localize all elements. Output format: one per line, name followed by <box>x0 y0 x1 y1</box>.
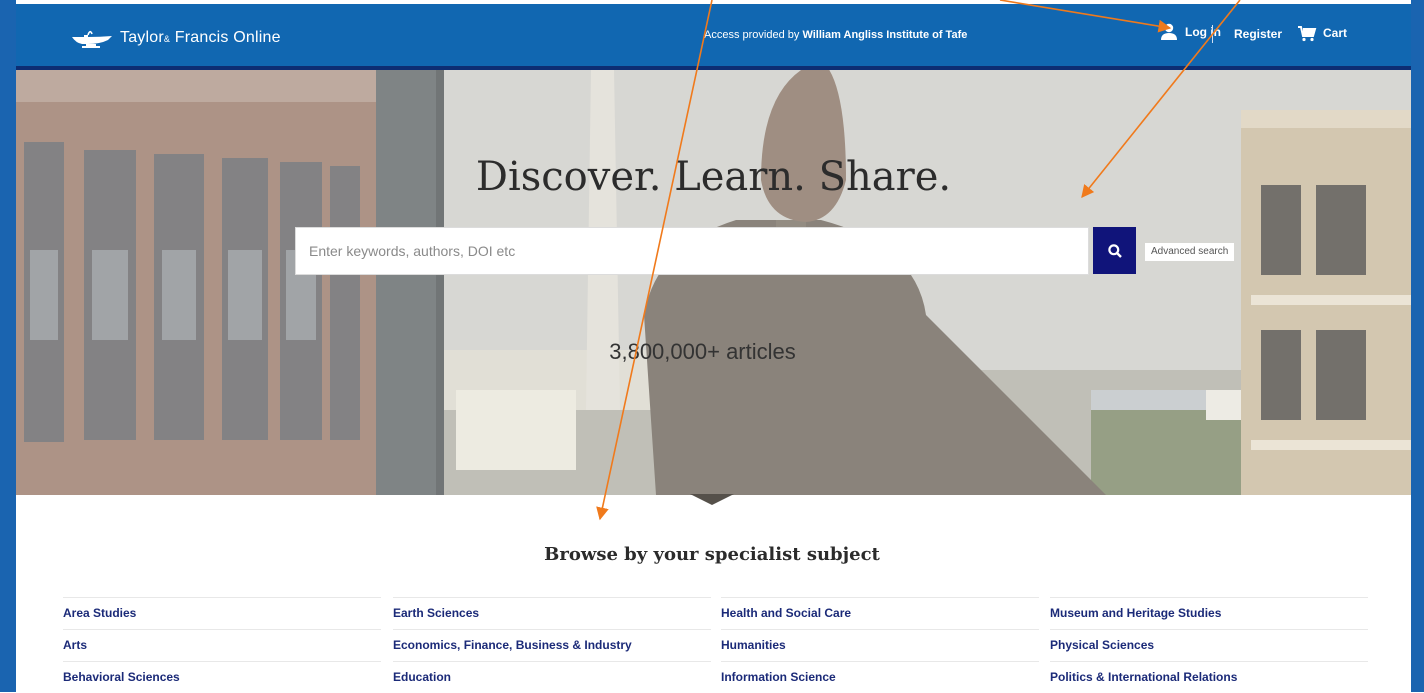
subject-link-economics-finance[interactable]: Economics, Finance, Business & Industry <box>393 629 711 661</box>
search-input[interactable] <box>296 228 1088 274</box>
cart-icon <box>1298 26 1317 42</box>
subject-link-area-studies[interactable]: Area Studies <box>63 597 381 629</box>
subject-link-health-social-care[interactable]: Health and Social Care <box>721 597 1039 629</box>
access-provided-by: Access provided by William Angliss Insti… <box>704 29 967 41</box>
subject-column-4: Museum and Heritage Studies Physical Sci… <box>1050 597 1368 693</box>
subject-link-arts[interactable]: Arts <box>63 629 381 661</box>
site-header: Taylor& Francis Online Access provided b… <box>16 4 1411 66</box>
search-field-wrapper <box>295 227 1089 275</box>
lamp-logo-icon <box>72 30 112 48</box>
subject-link-information-science[interactable]: Information Science <box>721 661 1039 693</box>
subject-column-1: Area Studies Arts Behavioral Sciences <box>63 597 381 693</box>
search-button[interactable] <box>1093 227 1136 274</box>
site-logo-link[interactable]: Taylor& Francis Online <box>70 26 281 50</box>
user-icon <box>1161 23 1177 40</box>
subject-link-humanities[interactable]: Humanities <box>721 629 1039 661</box>
access-prefix: Access provided by <box>704 29 803 41</box>
hero-background-image <box>16 70 1411 495</box>
nav-separator <box>1212 25 1213 43</box>
subject-link-behavioral-sciences[interactable]: Behavioral Sciences <box>63 661 381 693</box>
access-institution: William Angliss Institute of Tafe <box>802 29 968 41</box>
subject-link-earth-sciences[interactable]: Earth Sciences <box>393 597 711 629</box>
register-link[interactable]: Register <box>1234 27 1282 41</box>
article-count: 3,800,000+ articles <box>609 339 796 364</box>
subject-column-2: Earth Sciences Economics, Finance, Busin… <box>393 597 711 693</box>
hero-headline: Discover. Learn. Share. <box>475 154 952 200</box>
cart-label: Cart <box>1323 26 1348 40</box>
cart-link[interactable]: Cart <box>1297 24 1347 42</box>
advanced-search-link[interactable]: Advanced search <box>1145 243 1235 261</box>
hero-banner: Discover. Learn. Share. <box>16 70 1411 495</box>
subject-link-education[interactable]: Education <box>393 661 711 693</box>
subject-link-physical-sciences[interactable]: Physical Sciences <box>1050 629 1368 661</box>
right-frame-border <box>1411 0 1424 692</box>
login-label: Log in <box>1185 25 1221 39</box>
subject-link-museum-heritage[interactable]: Museum and Heritage Studies <box>1050 597 1368 629</box>
browse-heading: Browse by your specialist subject <box>544 544 880 565</box>
search-icon <box>1107 243 1122 258</box>
logo-wordmark: Taylor& Francis Online <box>120 29 281 46</box>
subject-column-3: Health and Social Care Humanities Inform… <box>721 597 1039 693</box>
subject-link-politics-international[interactable]: Politics & International Relations <box>1050 661 1368 693</box>
hero-pointer-notch <box>690 494 734 505</box>
